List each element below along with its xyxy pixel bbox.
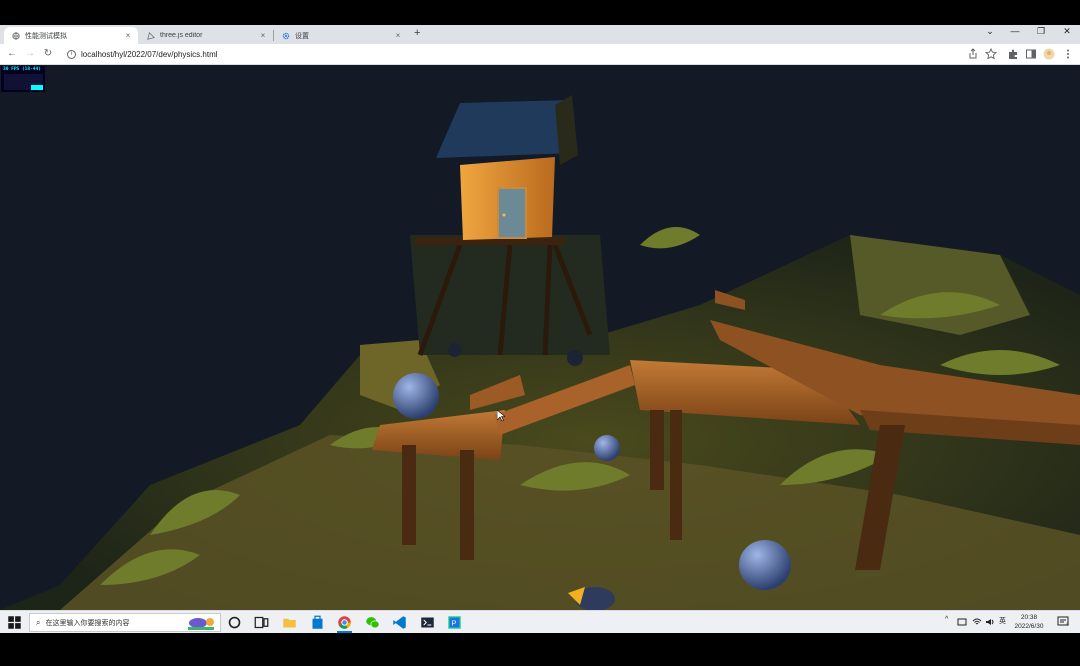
- fps-graph: [4, 74, 43, 90]
- file-explorer-icon[interactable]: [282, 615, 297, 630]
- new-tab-button[interactable]: +: [414, 27, 420, 39]
- system-clock[interactable]: 20:38 2022/6/30: [1009, 613, 1049, 631]
- fps-stats-panel[interactable]: 30 FPS (18-44): [1, 66, 45, 92]
- network-icon[interactable]: [972, 617, 982, 627]
- tab-close-icon[interactable]: ×: [394, 31, 402, 40]
- pycharm-icon[interactable]: P: [447, 615, 462, 630]
- extensions-icon[interactable]: [1007, 48, 1019, 60]
- task-view-icon[interactable]: [254, 615, 269, 630]
- taskbar-search-box[interactable]: ⌕ 在这里输入你要搜索的内容: [29, 613, 221, 632]
- menu-icon[interactable]: [1062, 48, 1074, 60]
- creature: [567, 350, 583, 366]
- tab-physics[interactable]: 性能测试模拟 ×: [4, 27, 138, 44]
- tab-close-icon[interactable]: ×: [259, 31, 267, 40]
- vscode-icon[interactable]: [392, 615, 407, 630]
- volume-icon[interactable]: [985, 617, 995, 627]
- minimize-button[interactable]: —: [1002, 26, 1028, 36]
- restore-button[interactable]: ❐: [1028, 26, 1054, 37]
- close-window-button[interactable]: ✕: [1054, 26, 1080, 37]
- site-info-icon[interactable]: i: [67, 50, 76, 59]
- physics-sphere: [393, 373, 439, 419]
- forward-button[interactable]: →: [23, 47, 37, 61]
- tab-search-chevron-icon[interactable]: ⌄: [977, 26, 1003, 37]
- ime-indicator[interactable]: 英: [999, 616, 1006, 626]
- search-icon: ⌕: [36, 617, 41, 627]
- physics-sphere: [594, 435, 620, 461]
- address-bar[interactable]: i localhost/hyl/2022/07/dev/physics.html: [61, 46, 1001, 63]
- creature: [448, 343, 462, 357]
- house-roof-side: [555, 95, 578, 165]
- globe-icon: [12, 31, 20, 40]
- search-highlight-icon: [188, 618, 214, 630]
- tab-label: 性能测试模拟: [25, 32, 67, 40]
- tray-overflow-icon[interactable]: ^: [945, 616, 948, 623]
- physics-sphere: [739, 540, 791, 590]
- windows-start-icon[interactable]: [7, 615, 22, 630]
- house-door: [497, 187, 527, 239]
- chrome-icon[interactable]: [337, 615, 352, 630]
- share-icon[interactable]: [967, 48, 979, 60]
- fps-label: 30 FPS (18-44): [3, 67, 41, 72]
- webgl-canvas[interactable]: 30 FPS (18-44): [0, 65, 1080, 610]
- wechat-icon[interactable]: [365, 615, 380, 630]
- tab-settings[interactable]: 设置 ×: [274, 27, 408, 44]
- gear-icon: [282, 32, 290, 39]
- profile-icon[interactable]: [1043, 48, 1055, 60]
- fps-graph-bar: [31, 85, 43, 90]
- url-text: localhost/hyl/2022/07/dev/physics.html: [81, 50, 218, 59]
- tab-close-icon[interactable]: ×: [124, 31, 132, 40]
- sidepanel-icon[interactable]: [1025, 48, 1037, 60]
- letterbox-bottom: [0, 633, 1080, 666]
- tab-strip: 性能测试模拟 × three.js editor × 设置 × +: [0, 25, 1080, 44]
- clock-date: 2022/6/30: [1014, 623, 1044, 630]
- tab-threejs-editor[interactable]: three.js editor ×: [139, 27, 273, 44]
- back-button[interactable]: ←: [5, 47, 19, 61]
- store-icon[interactable]: [310, 615, 325, 630]
- letterbox-top: [0, 0, 1080, 25]
- reload-button[interactable]: ↻: [41, 47, 55, 61]
- bookmark-star-icon[interactable]: [985, 48, 997, 60]
- notification-count: 4: [1066, 622, 1069, 628]
- tab-label: 设置: [295, 32, 309, 40]
- door-knob: [502, 213, 506, 217]
- threejs-icon: [147, 31, 155, 40]
- tray-app-icon[interactable]: [957, 617, 967, 627]
- scene-render: [0, 95, 1080, 610]
- house-roof: [436, 100, 575, 158]
- tab-label: three.js editor: [160, 32, 203, 39]
- terminal-icon[interactable]: [420, 615, 435, 630]
- clock-time: 20:38: [1020, 614, 1038, 621]
- cortana-icon[interactable]: [227, 615, 242, 630]
- browser-toolbar: ← → ↻ i localhost/hyl/2022/07/dev/physic…: [0, 44, 1080, 65]
- svg-text:P: P: [451, 619, 456, 628]
- mouse-cursor-icon: [497, 410, 505, 422]
- windows-taskbar: ⌕ 在这里输入你要搜索的内容 P ^ 英 20:38 2022/6/30 4: [0, 610, 1080, 633]
- search-placeholder: 在这里输入你要搜索的内容: [45, 619, 130, 627]
